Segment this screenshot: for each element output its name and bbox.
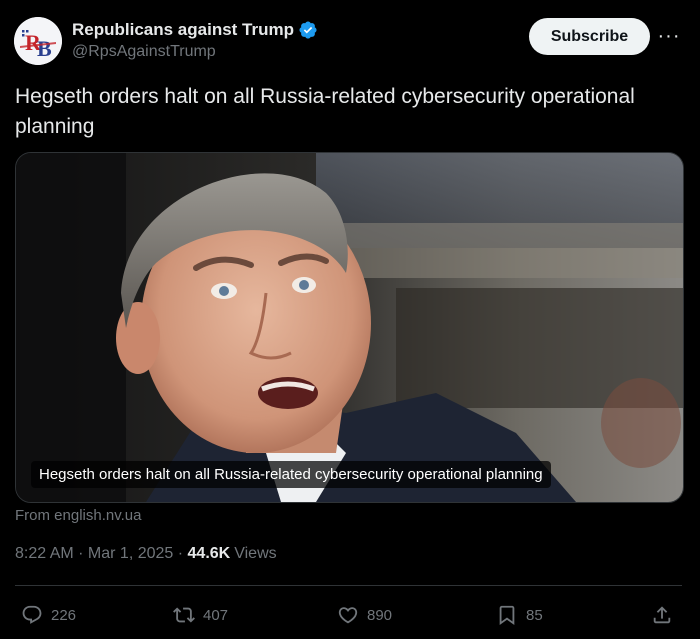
post-date[interactable]: Mar 1, 2025	[88, 545, 173, 563]
author-handle[interactable]: @RpsAgainstTrump	[72, 43, 216, 61]
post-meta: 8:22 AM · Mar 1, 2025 · 44.6K Views	[15, 545, 277, 563]
repost-icon	[173, 607, 195, 623]
more-icon[interactable]: ···	[655, 24, 683, 48]
avatar[interactable]: R B	[14, 17, 62, 65]
reply-button[interactable]: 226	[21, 598, 76, 632]
views-label: Views	[234, 545, 277, 562]
author-display-name[interactable]: Republicans against Trump	[72, 20, 294, 40]
meta-separator: ·	[73, 545, 88, 562]
share-button[interactable]	[651, 598, 673, 632]
bookmark-count: 85	[526, 606, 543, 624]
media-caption: Hegseth orders halt on all Russia-relate…	[31, 461, 551, 488]
post-time[interactable]: 8:22 AM	[15, 545, 74, 563]
action-bar: 226 407 890 85	[15, 598, 685, 632]
views-count: 44.6K	[187, 545, 231, 562]
post-text: Hegseth orders halt on all Russia-relate…	[15, 85, 635, 138]
like-icon	[338, 607, 358, 624]
media-illustration	[16, 153, 683, 502]
author-name-row[interactable]: Republicans against Trump	[72, 20, 318, 40]
reply-count: 226	[51, 606, 77, 624]
reply-icon	[22, 605, 42, 624]
repost-button[interactable]: 407	[173, 598, 228, 632]
link-source[interactable]: From english.nv.ua	[15, 507, 141, 524]
bookmark-button[interactable]: 85	[496, 598, 543, 632]
verified-badge-icon	[298, 20, 318, 40]
repost-count: 407	[203, 606, 229, 624]
post-media-image[interactable]	[15, 152, 684, 503]
bookmark-icon	[499, 605, 515, 626]
divider	[15, 585, 682, 586]
like-button[interactable]: 890	[337, 598, 392, 632]
share-icon	[653, 606, 671, 624]
meta-separator-2: ·	[173, 545, 188, 562]
avatar-logo: R B	[14, 17, 62, 65]
subscribe-button[interactable]: Subscribe	[529, 18, 650, 55]
svg-text:B: B	[37, 36, 52, 61]
like-count: 890	[367, 606, 393, 624]
